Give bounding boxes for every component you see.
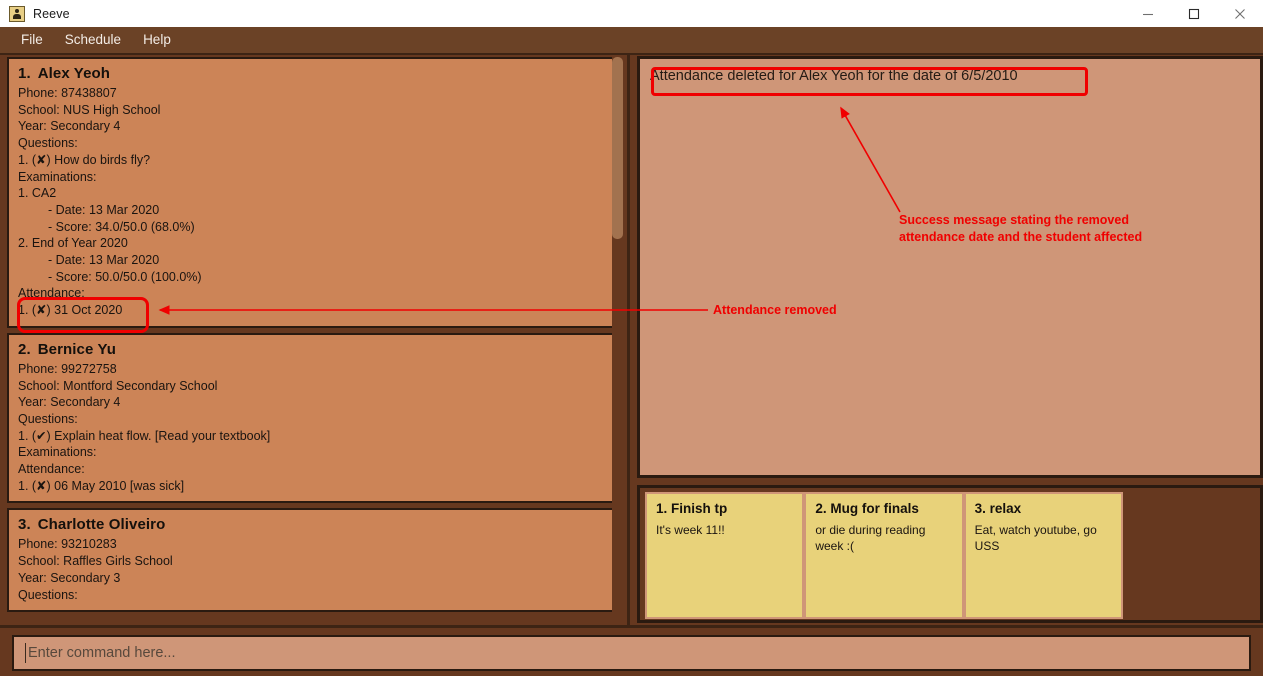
note-body: or die during reading week :(: [815, 523, 926, 553]
application-window: Reeve File Schedule Help 1. Alex Yeoh Phon…: [0, 0, 1263, 676]
student-detail-line: Attendance:: [18, 286, 85, 301]
title-bar: Reeve: [0, 0, 1263, 27]
command-input[interactable]: Enter command here...: [12, 635, 1251, 671]
student-name-text: Alex Yeoh: [37, 65, 111, 82]
note-body: Eat, watch youtube, go USS: [974, 523, 1097, 553]
student-index: 1.: [18, 65, 31, 82]
note-card[interactable]: 2. Mug for finals or die during reading w…: [806, 494, 962, 617]
student-name-text: Charlotte Oliveiro: [37, 516, 166, 534]
menu-item-schedule[interactable]: Schedule: [54, 30, 132, 50]
student-detail-line: Questions:: [18, 411, 78, 426]
note-card[interactable]: 3. relax Eat, watch youtube, go USS: [965, 494, 1121, 617]
annotation-attendance-removed: Attendance removed: [713, 303, 837, 317]
command-input-placeholder: Enter command here...: [28, 645, 176, 661]
scrollbar-thumb[interactable]: [612, 57, 623, 239]
student-detail-line: Attendance:: [18, 462, 85, 477]
student-name: 3. Charlotte Oliveiro: [18, 516, 609, 533]
student-detail-line: Year: Secondary 3: [18, 570, 121, 585]
right-column: Attendance deleted for Alex Yeoh for the…: [633, 55, 1263, 625]
student-detail-line: 1. CA2: [18, 186, 57, 201]
student-detail-line: - Date: 13 Mar 2020: [48, 253, 160, 268]
student-detail-line: 1. (✘) 31 Oct 2020: [18, 303, 123, 318]
student-index: 3.: [18, 516, 31, 534]
student-name: 2. Bernice Yu: [18, 341, 609, 358]
student-card[interactable]: 1. Alex Yeoh Phone: 87438807 School: NUS Hi…: [7, 57, 620, 333]
student-detail-line: 2. End of Year 2020: [18, 236, 128, 251]
note-card[interactable]: 1. Finish tp It's week 11!!: [647, 494, 803, 617]
student-detail-line: Phone: 99272758: [18, 361, 117, 376]
window-title: Reeve: [33, 6, 70, 21]
window-controls: [1125, 0, 1263, 27]
minimize-button[interactable]: [1125, 0, 1171, 27]
student-detail-line: Examinations:: [18, 169, 97, 184]
menu-bar: File Schedule Help: [0, 27, 1263, 55]
command-bar: Enter command here...: [0, 625, 1263, 676]
result-message: Attendance deleted for Alex Yeoh for the…: [650, 68, 1018, 84]
student-detail-line: 1. (✔) Explain heat flow. [Read your tex…: [18, 428, 271, 443]
student-detail-line: School: NUS High School: [18, 102, 161, 117]
maximize-button[interactable]: [1171, 0, 1217, 27]
student-list: 1. Alex Yeoh Phone: 87438807 School: NUS Hi…: [7, 57, 620, 617]
result-display-panel: Attendance deleted for Alex Yeoh for the…: [637, 56, 1263, 478]
student-detail-line: - Score: 34.0/50.0 (68.0%): [48, 219, 195, 234]
annotation-success-message: Success message stating the removed atte…: [899, 213, 1143, 244]
student-card[interactable]: 2. Bernice Yu Phone: 99272758 School: Montf…: [7, 332, 620, 504]
student-list-panel: 1. Alex Yeoh Phone: 87438807 School: NUS Hi…: [3, 55, 630, 625]
student-detail-line: - Date: 13 Mar 2020: [48, 202, 160, 217]
main-content: 1. Alex Yeoh Phone: 87438807 School: NUS Hi…: [0, 55, 1263, 625]
student-index: 2.: [18, 340, 31, 358]
student-detail-line: Phone: 87438807: [18, 86, 117, 100]
notes-list: 1. Finish tp It's week 11!! 2. Mug for fin…: [645, 492, 1123, 619]
menu-item-help[interactable]: Help: [132, 30, 182, 50]
student-detail-line: Questions:: [18, 136, 78, 151]
student-detail-line: - Score: 50.0/50.0 (100.0%): [48, 269, 202, 284]
student-card[interactable]: 3. Charlotte Oliveiro Phone: 93210283 Schoo…: [7, 508, 620, 613]
text-caret: [25, 643, 26, 663]
student-list-scrollbar[interactable]: [612, 57, 623, 623]
student-detail-line: Examinations:: [18, 445, 97, 460]
notes-panel: 1. Finish tp It's week 11!! 2. Mug for fin…: [637, 485, 1263, 623]
student-detail-line: Questions:: [18, 587, 78, 602]
menu-item-file[interactable]: File: [10, 30, 54, 50]
app-person-icon: [9, 5, 25, 22]
close-button[interactable]: [1217, 0, 1263, 27]
note-body: It's week 11!!: [656, 523, 725, 537]
student-name: 1. Alex Yeoh: [18, 65, 609, 82]
student-detail-line: School: Raffles Girls School: [18, 554, 173, 569]
note-title: 3. relax: [974, 501, 1022, 516]
student-detail-line: 1. (✘) How do birds fly?: [18, 152, 151, 167]
note-title: 1. Finish tp: [656, 501, 728, 516]
student-detail-line: Year: Secondary 4: [18, 395, 121, 410]
student-detail-line: Phone: 93210283: [18, 537, 117, 552]
student-detail-line: School: Montford Secondary School: [18, 378, 218, 393]
student-detail-line: 1. (✘) 06 May 2010 [was sick]: [18, 478, 185, 493]
note-title: 2. Mug for finals: [815, 501, 919, 516]
student-name-text: Bernice Yu: [37, 340, 116, 358]
student-detail-line: Year: Secondary 4: [18, 119, 121, 134]
